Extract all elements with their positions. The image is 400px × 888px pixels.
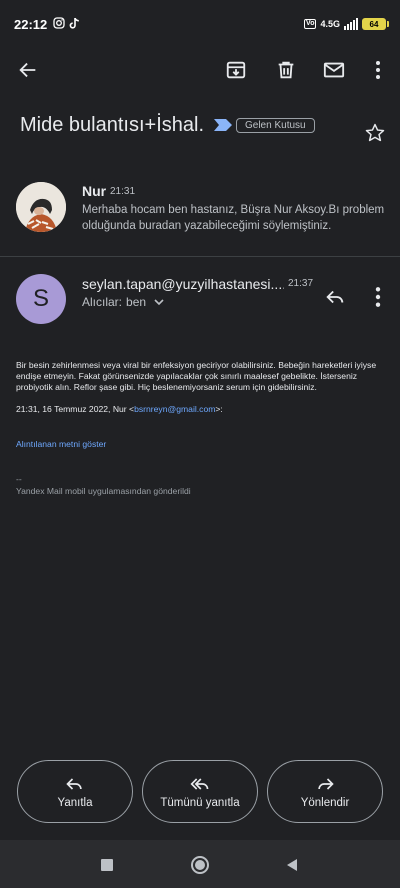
email-body: Bir besin zehirlenmesi veya viral bir en… — [16, 360, 377, 392]
subject-row: Mide bulantısı+İshal. Gelen Kutusu — [20, 108, 390, 142]
home-icon[interactable] — [189, 854, 211, 876]
battery-level: 64 — [369, 19, 379, 29]
back-arrow-icon[interactable] — [14, 56, 42, 84]
more-vert-icon[interactable] — [370, 286, 386, 308]
avatar — [16, 182, 66, 232]
message-snippet: Merhaba hocam ben hastanız, Büşra Nur Ak… — [82, 204, 385, 232]
reply-icon — [66, 777, 82, 790]
avatar: S — [16, 274, 66, 324]
label-chip[interactable]: Gelen Kutusu — [236, 117, 315, 133]
avatar-letter: S — [32, 285, 49, 312]
battery-icon: 64 — [362, 18, 389, 30]
quote-prefix: 21:31, 16 Temmuz 2022, Nur < — [16, 404, 135, 414]
reply-button[interactable]: Yanıtla — [17, 760, 133, 823]
recipients-toggle[interactable]: Alıcılar: ben — [82, 295, 164, 309]
reply-all-button[interactable]: Tümünü yanıtla — [142, 760, 258, 823]
recipients-label: Alıcılar: — [82, 295, 123, 309]
status-time: 22:12 — [14, 16, 48, 32]
status-indicators: Vo 4.5G 64 — [304, 18, 389, 30]
delete-icon[interactable] — [272, 56, 300, 84]
recents-icon[interactable] — [96, 854, 118, 876]
message-collapsed[interactable]: Nur 21:31 Merhaba hocam ben hastanız, Bü… — [0, 176, 400, 252]
signature: Yandex Mail mobil uygulamasından gönderi… — [16, 486, 191, 496]
forward-icon — [318, 777, 334, 790]
quote-suffix: >: — [215, 404, 223, 414]
reply-label: Yanıtla — [57, 796, 93, 809]
reply-all-label: Tümünü yanıtla — [160, 796, 240, 809]
show-quoted-text-link[interactable]: Alıntılanan metni göster — [16, 439, 106, 449]
sender-address[interactable]: seylan.tapan@yuzyilhastanesi.... — [82, 276, 284, 292]
star-icon[interactable] — [364, 122, 386, 144]
network-type: 4.5G — [320, 19, 340, 29]
reply-actions: Yanıtla Tümünü yanıtla Yönlendir — [0, 760, 400, 824]
divider — [0, 256, 400, 257]
mark-unread-icon[interactable] — [320, 56, 348, 84]
signal-icon — [344, 18, 358, 30]
system-nav-bar — [0, 840, 400, 888]
volte-icon: Vo — [304, 19, 317, 29]
recipients-value: ben — [126, 295, 147, 309]
chevron-down-icon — [154, 299, 164, 306]
top-toolbar — [0, 48, 400, 92]
quote-header: 21:31, 16 Temmuz 2022, Nur <bsrnreyn@gma… — [16, 404, 223, 414]
signature-separator: -- — [16, 474, 22, 484]
reply-all-icon — [190, 777, 209, 790]
email-subject: Mide bulantısı+İshal. — [20, 113, 204, 136]
more-vert-icon[interactable] — [364, 56, 392, 84]
status-bar: 22:12 Vo 4.5G 64 — [0, 0, 400, 48]
quote-email-link[interactable]: bsrnreyn@gmail.com — [134, 404, 215, 414]
instagram-icon — [53, 16, 65, 32]
sender-name: Nur — [82, 183, 107, 199]
forward-label: Yönlendir — [300, 796, 350, 809]
important-marker-icon[interactable] — [214, 119, 232, 131]
back-nav-icon[interactable] — [281, 854, 303, 876]
message-time: 21:31 — [110, 186, 136, 197]
message-time: 21:37 — [288, 278, 314, 289]
archive-icon[interactable] — [222, 56, 250, 84]
tiktok-icon — [69, 17, 80, 32]
forward-button[interactable]: Yönlendir — [267, 760, 383, 823]
reply-icon[interactable] — [324, 286, 346, 308]
